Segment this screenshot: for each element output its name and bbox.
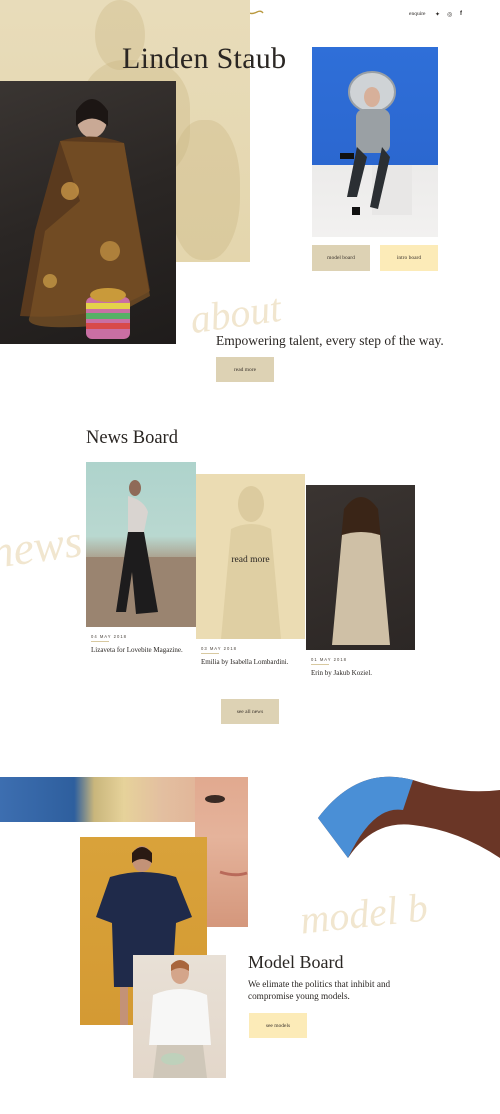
model-script-watermark: model b: [297, 884, 430, 943]
news-caption[interactable]: Emilia by Isabella Lombardini.: [201, 658, 288, 666]
news-script-watermark: news: [0, 514, 86, 579]
model-photo-turtleneck[interactable]: [133, 955, 226, 1078]
decorative-wave-image: [318, 776, 500, 858]
tagline: Empowering talent, every step of the way…: [216, 333, 444, 348]
enquire-link[interactable]: enquire: [409, 11, 426, 17]
news-board-title: News Board: [86, 428, 178, 448]
see-all-news-button[interactable]: see all news: [221, 699, 279, 724]
read-more-button[interactable]: read more: [216, 357, 274, 382]
news-date: 01 MAY 2018: [311, 657, 347, 662]
news-photo-erin[interactable]: [306, 485, 415, 650]
news-read-more-link[interactable]: read more: [196, 555, 305, 565]
news-caption[interactable]: Lizaveta for Lovebite Magazine.: [91, 646, 183, 654]
model-board-title: Model Board: [248, 952, 344, 972]
news-photo-lizaveta[interactable]: [86, 462, 196, 627]
intro-model-photo: [312, 47, 438, 237]
page-title: Linden Staub: [122, 42, 287, 75]
news-caption[interactable]: Erin by Jakub Koziel.: [311, 669, 372, 677]
news-divider: [201, 653, 219, 654]
model-board-description: We elimate the politics that inhibit and…: [248, 979, 391, 1001]
twitter-icon[interactable]: ✦: [435, 11, 440, 18]
model-board-button[interactable]: model board: [312, 245, 370, 271]
facebook-icon[interactable]: f: [460, 11, 462, 17]
news-date: 03 MAY 2018: [201, 646, 237, 651]
intro-board-button[interactable]: intro board: [380, 245, 438, 271]
see-models-button[interactable]: see models: [249, 1013, 307, 1038]
hero-model-photo: [0, 81, 176, 344]
instagram-icon[interactable]: ◎: [447, 11, 452, 18]
news-divider: [91, 641, 109, 642]
news-date: 04 MAY 2018: [91, 634, 127, 639]
news-divider: [311, 664, 329, 665]
